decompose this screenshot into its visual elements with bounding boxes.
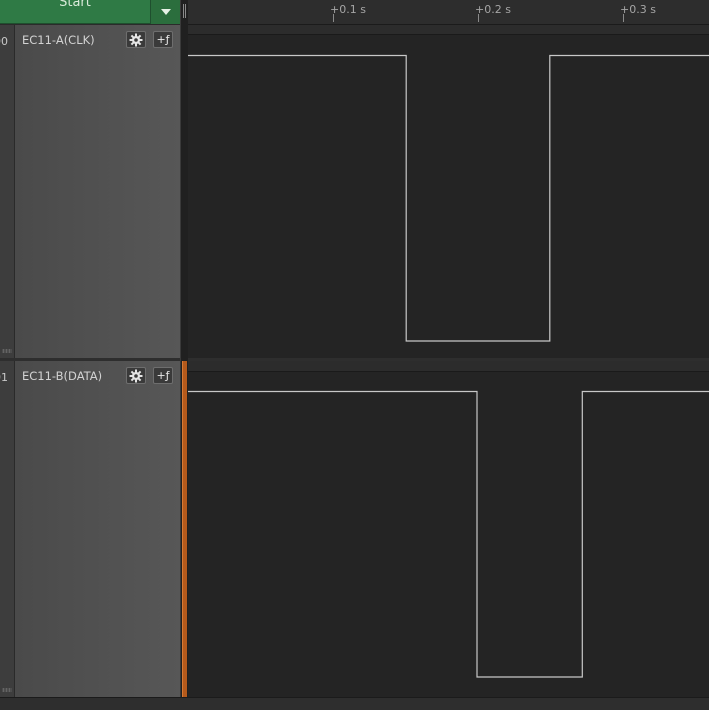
tick-label-2: +0.3 s: [620, 3, 656, 16]
channel-1-header-strip: [188, 361, 709, 371]
channel-index-1: 01: [0, 361, 15, 697]
tick-mark: [333, 14, 334, 22]
waveform-display[interactable]: [188, 25, 709, 697]
start-button[interactable]: Start: [0, 0, 150, 24]
channel-panel-0: EC11-A(CLK) +ƒ: [15, 25, 180, 358]
channel-row-0: 00 EC11-A(CLK) +ƒ: [0, 25, 180, 358]
tick-mark: [478, 14, 479, 22]
channel-row-1: 01 EC11-B(DATA) +ƒ: [0, 361, 180, 697]
resize-grip-icon[interactable]: [2, 688, 12, 692]
channel-index-label: 00: [0, 35, 8, 48]
splitter-grip-icon: [183, 4, 184, 18]
trigger-edge-icon[interactable]: +ƒ: [153, 367, 173, 384]
channel-separator: [188, 358, 709, 361]
time-ruler[interactable]: +0.1 s +0.2 s +0.3 s: [188, 0, 709, 25]
trigger-edge-icon[interactable]: +ƒ: [153, 31, 173, 48]
start-options-dropdown[interactable]: [150, 0, 180, 24]
tick-mark: [623, 14, 624, 22]
channel-index-label: 01: [0, 371, 8, 384]
gear-icon[interactable]: [126, 31, 146, 48]
selected-channel-marker: [182, 361, 187, 697]
channel-name-0[interactable]: EC11-A(CLK): [22, 33, 95, 47]
tick-label-0: +0.1 s: [330, 3, 366, 16]
channel-name-1[interactable]: EC11-B(DATA): [22, 369, 102, 383]
resize-grip-icon[interactable]: [2, 349, 12, 353]
triangle-down-icon: [160, 9, 171, 15]
channel-panel-1: EC11-B(DATA) +ƒ: [15, 361, 180, 697]
start-button-label: Start: [59, 0, 91, 10]
channel-1-waveform-area: [188, 361, 709, 697]
tick-label-1: +0.2 s: [475, 3, 511, 16]
horizontal-scrollbar[interactable]: [0, 697, 709, 710]
channel-0-waveform-area: [188, 25, 709, 358]
channel-0-header-strip: [188, 25, 709, 34]
gear-icon[interactable]: [126, 367, 146, 384]
channel-index-0: 00: [0, 25, 15, 358]
